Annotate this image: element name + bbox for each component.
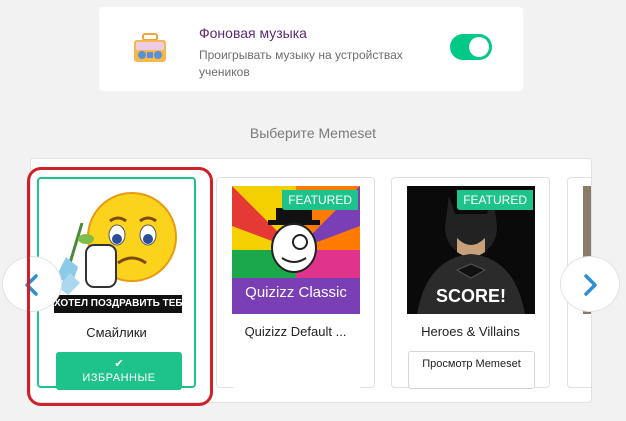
memeset-section-label: Выберите Memeset: [249, 125, 377, 141]
view-memeset-button[interactable]: Просмотр Memeset: [408, 351, 535, 389]
carousel-next-button[interactable]: [560, 256, 620, 312]
memeset-carousel: ХОТЕЛ ПОЗДРАВИТЬ ТЕБЯ... Смайлики ✔ ИЗБР…: [30, 158, 592, 403]
view-memeset-button-hidden: [233, 351, 360, 389]
music-title: Фоновая музыка: [199, 25, 307, 41]
favorites-label: ИЗБРАННЫЕ: [82, 372, 156, 384]
featured-badge: FEATURED: [282, 190, 358, 210]
check-icon: ✔: [114, 358, 124, 370]
memeset-name: Heroes & Villains: [421, 324, 520, 339]
memeset-card-quizizz-default[interactable]: Quizizz Classic FEATURED Quizizz Default…: [216, 177, 375, 389]
music-description: Проигрывать музыку на устройствах ученик…: [199, 48, 403, 79]
memeset-name: Quizizz Default ...: [244, 324, 347, 339]
memeset-card-heroes-villains[interactable]: SCORE! FEATURED Heroes & Villains Просмо…: [391, 177, 550, 389]
thumbnail-caption: SCORE!: [435, 286, 506, 306]
memeset-thumbnail: ХОТЕЛ ПОЗДРАВИТЬ ТЕБЯ...: [54, 187, 182, 315]
featured-badge: FEATURED: [457, 190, 533, 210]
memeset-name: Смайлики: [86, 325, 147, 340]
chevron-left-icon: [25, 274, 38, 296]
favorites-button[interactable]: ✔ ИЗБРАННЫЕ: [56, 352, 182, 390]
thumbnail-caption: ХОТЕЛ ПОЗДРАВИТЬ ТЕБЯ...: [54, 298, 182, 309]
music-toggle[interactable]: [450, 34, 492, 60]
thumbnail-caption: Quizizz Classic: [245, 284, 347, 301]
toggle-knob: [469, 37, 489, 57]
carousel-prev-button[interactable]: [2, 256, 62, 312]
boombox-icon: [133, 33, 167, 63]
chevron-right-icon: [584, 274, 597, 296]
